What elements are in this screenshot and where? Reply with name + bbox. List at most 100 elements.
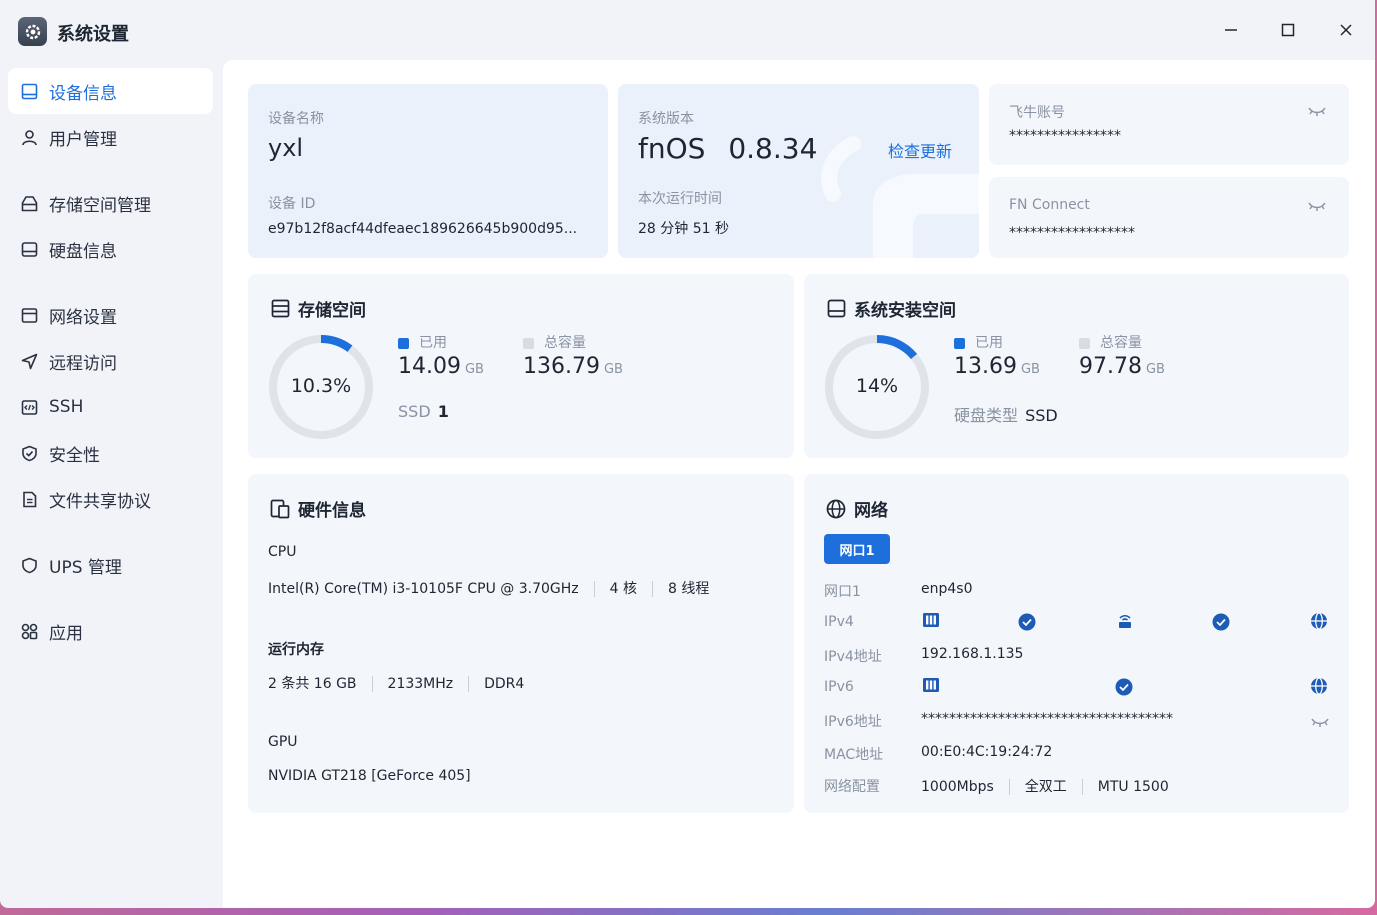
- sidebar: 设备信息 用户管理 存储空间管理 硬盘信息 网络设置 远程访问 SSH 安全性 …: [8, 68, 213, 654]
- network-config: 1000Mbps 全双工 MTU 1500: [921, 776, 1169, 796]
- system-space-percent: 14%: [855, 375, 899, 397]
- uptime-label: 本次运行时间: [638, 191, 722, 207]
- mac-label: MAC地址: [824, 747, 884, 763]
- ipv6-label: IPv6: [824, 679, 854, 695]
- sidebar-item-label: 存储空间管理: [49, 195, 151, 216]
- nas-icon: [922, 677, 940, 697]
- account-value: ****************: [1009, 128, 1121, 144]
- hardware-title: 硬件信息: [270, 496, 366, 521]
- port-label: 网口1: [824, 584, 861, 600]
- sidebar-item-label: 远程访问: [49, 353, 117, 374]
- storage-title-icon: [270, 299, 290, 319]
- sidebar-item-ups[interactable]: UPS 管理: [8, 542, 213, 588]
- ipv4-address-label: IPv4地址: [824, 649, 882, 665]
- sidebar-item-security[interactable]: 安全性: [8, 430, 213, 476]
- sidebar-item-label: 应用: [49, 623, 83, 644]
- storage-title: 存储空间: [270, 296, 366, 321]
- system-space-total-legend: 总容量: [1079, 332, 1142, 352]
- minimize-button[interactable]: [1219, 18, 1243, 42]
- ssh-icon: [20, 398, 38, 416]
- fn-connect-card: FN Connect ******************: [989, 177, 1349, 258]
- memory-type: DDR4: [484, 676, 525, 692]
- sidebar-item-label: 用户管理: [49, 129, 117, 150]
- tab-port-1[interactable]: 网口1: [824, 534, 890, 564]
- system-space-card: 系统安装空间 14% 已用 13.69 GB 总容量 97.78 GB 硬盘类型 S…: [804, 274, 1349, 458]
- uptime-value: 28 分钟 51 秒: [638, 221, 729, 237]
- device-id: e97b12f8acf44dfeaec189626645b900d95...: [268, 221, 578, 237]
- eye-closed-icon[interactable]: [1310, 715, 1330, 734]
- sidebar-item-users[interactable]: 用户管理: [8, 114, 213, 160]
- storage-disk-summary: SSD 1: [398, 402, 449, 421]
- storage-used: 14.09 GB: [398, 354, 484, 379]
- account-card: 飞牛账号 ****************: [989, 84, 1349, 165]
- mtu-value: MTU 1500: [1097, 779, 1169, 795]
- hardware-icon: [270, 499, 290, 519]
- network-title: 网络: [826, 496, 888, 521]
- system-space-used-legend: 已用: [954, 332, 1003, 352]
- version-number: 0.8.34: [728, 132, 818, 165]
- eye-closed-icon[interactable]: [1307, 199, 1327, 218]
- user-icon: [20, 128, 38, 146]
- os-version: fnOS 0.8.34: [638, 132, 817, 165]
- system-space-title-text: 系统安装空间: [854, 301, 956, 321]
- cpu-model: Intel(R) Core(TM) i3-10105F CPU @ 3.70GH…: [268, 581, 579, 597]
- sidebar-item-device-info[interactable]: 设备信息: [8, 68, 213, 114]
- storage-title-text: 存储空间: [298, 301, 366, 321]
- memory-label: 运行内存: [268, 642, 324, 658]
- sidebar-item-label: 文件共享协议: [49, 491, 151, 512]
- nas-icon: [922, 612, 940, 632]
- network-config-label: 网络配置: [824, 779, 880, 795]
- os-name: fnOS: [638, 132, 706, 165]
- gpu-info: NVIDIA GT218 [GeForce 405]: [268, 768, 471, 784]
- sidebar-item-file-share[interactable]: 文件共享协议: [8, 476, 213, 522]
- check-update-link[interactable]: 检查更新: [888, 138, 952, 162]
- cpu-label: CPU: [268, 544, 297, 560]
- ipv6-address: ************************************: [921, 711, 1173, 727]
- storage-total-legend: 总容量: [523, 332, 586, 352]
- memory-info: 2 条共 16 GB 2133MHz DDR4: [268, 673, 524, 693]
- disk-icon: [826, 299, 846, 319]
- duplex-mode: 全双工: [1024, 779, 1067, 795]
- hardware-card: 硬件信息 CPU Intel(R) Core(TM) i3-10105F CPU…: [248, 474, 794, 813]
- gpu-label: GPU: [268, 734, 298, 750]
- sidebar-item-remote[interactable]: 远程访问: [8, 338, 213, 384]
- file-share-icon: [20, 490, 38, 508]
- version-card: 系统版本 fnOS 0.8.34 检查更新 本次运行时间 28 分钟 51 秒: [618, 84, 979, 258]
- cpu-threads: 8 线程: [668, 581, 710, 597]
- storage-total: 136.79 GB: [523, 354, 623, 379]
- sidebar-item-label: 安全性: [49, 445, 100, 466]
- sidebar-item-label: 设备信息: [49, 83, 117, 104]
- router-icon: [1116, 612, 1134, 634]
- fn-connect-label: FN Connect: [1009, 197, 1090, 213]
- account-label: 飞牛账号: [1009, 105, 1065, 121]
- apps-icon: [20, 622, 38, 640]
- maximize-button[interactable]: [1276, 18, 1300, 42]
- sidebar-item-disk[interactable]: 硬盘信息: [8, 226, 213, 272]
- device-id-label: 设备 ID: [268, 196, 316, 212]
- device-icon: [20, 82, 38, 100]
- memory-speed: 2133MHz: [387, 676, 454, 692]
- sidebar-item-ssh[interactable]: SSH: [8, 384, 213, 430]
- close-button[interactable]: [1334, 18, 1358, 42]
- eye-closed-icon[interactable]: [1307, 104, 1327, 123]
- link-speed: 1000Mbps: [921, 779, 994, 795]
- sidebar-item-apps[interactable]: 应用: [8, 608, 213, 654]
- storage-card: 存储空间 10.3% 已用 14.09 GB 总容量 136.79 GB SSD 1: [248, 274, 794, 458]
- ipv6-address-label: IPv6地址: [824, 714, 882, 730]
- internet-globe-icon: [1310, 677, 1328, 699]
- sidebar-item-network[interactable]: 网络设置: [8, 292, 213, 338]
- device-card: 设备名称 yxl 设备 ID e97b12f8acf44dfeaec189626…: [248, 84, 608, 258]
- hardware-title-text: 硬件信息: [298, 501, 366, 521]
- fn-connect-value: ******************: [1009, 225, 1135, 241]
- sidebar-item-storage[interactable]: 存储空间管理: [8, 180, 213, 226]
- cpu-info: Intel(R) Core(TM) i3-10105F CPU @ 3.70GH…: [268, 578, 709, 598]
- sidebar-item-label: UPS 管理: [49, 557, 122, 578]
- disk-icon: [20, 240, 38, 258]
- window-title: 系统设置: [57, 24, 129, 45]
- internet-globe-icon: [1310, 612, 1328, 634]
- cpu-cores: 4 核: [609, 581, 638, 597]
- device-name-label: 设备名称: [268, 111, 324, 127]
- ipv4-address: 192.168.1.135: [921, 646, 1024, 662]
- memory-size: 2 条共 16 GB: [268, 676, 357, 692]
- check-circle-icon: [1212, 613, 1230, 635]
